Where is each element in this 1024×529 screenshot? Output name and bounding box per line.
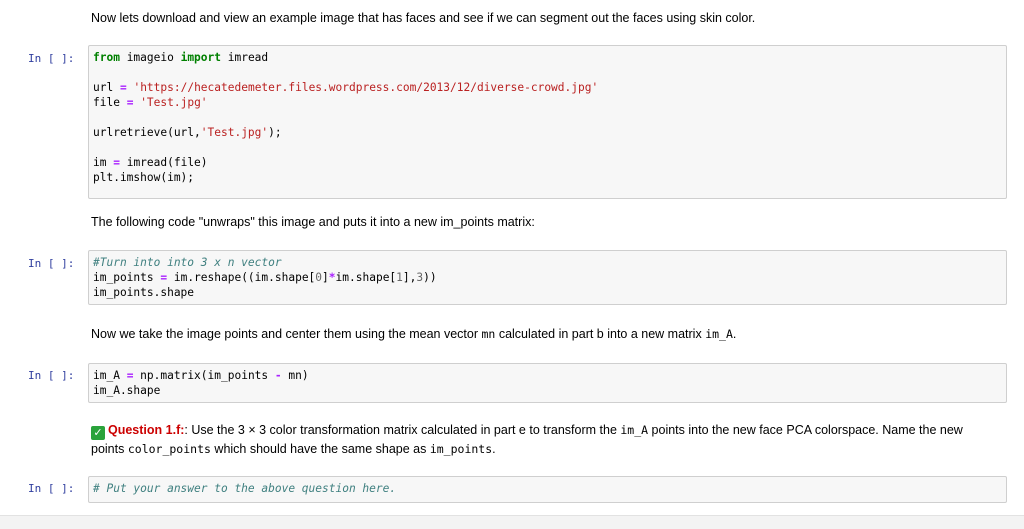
question-label: Question 1.f:	[108, 423, 185, 437]
md-text: which should have the same shape as	[210, 442, 430, 456]
notebook-bottom-edge	[0, 515, 1024, 529]
call-urlretrieve: urlretrieve(url,	[93, 126, 201, 139]
call-reshape: im.reshape((im.shape[	[167, 271, 316, 284]
code-line: file = 'Test.jpg'	[93, 95, 1006, 110]
inline-code-im-a: im_A	[705, 327, 733, 341]
md-text: calculated in part b into a new matrix	[495, 327, 706, 341]
keyword-import: import	[180, 51, 221, 64]
md-text: : Use the 3 × 3 color transformation mat…	[184, 423, 621, 437]
url-string: 'https://hecatedemeter.files.wordpress.c…	[133, 81, 599, 94]
code-line: url = 'https://hecatedemeter.files.wordp…	[93, 80, 1006, 95]
code-line: plt.imshow(im);	[93, 171, 195, 184]
module-name: imageio	[119, 51, 181, 64]
checkmark-icon: ✓	[91, 426, 105, 440]
call-np-matrix: np.matrix(im_points	[133, 369, 275, 382]
var-url: url	[93, 81, 120, 94]
operator: *	[328, 271, 336, 284]
inline-code-color-points: color_points	[127, 442, 211, 456]
operator: -	[274, 369, 282, 382]
code-line: im_points = im.reshape((im.shape[0]*im.s…	[93, 270, 1006, 285]
operator: =	[113, 156, 120, 169]
cell-prompt-2: In [ ]:	[28, 257, 75, 270]
import-name: imread	[221, 51, 269, 64]
cell-prompt-3: In [ ]:	[28, 369, 75, 382]
cell-prompt-4: In [ ]:	[28, 482, 75, 495]
code-line: im_A.shape	[93, 384, 161, 397]
md-text: .	[732, 327, 737, 341]
md-text: Now we take the image points and center …	[91, 327, 482, 341]
code-line: from imageio import imread	[93, 50, 1006, 65]
filename-string: 'Test.jpg'	[200, 126, 269, 139]
code-line: im = imread(file)	[93, 155, 1006, 170]
inline-code-mn: mn	[481, 327, 496, 341]
code-cell-2[interactable]: #Turn into into 3 x n vector im_points =…	[88, 250, 1007, 305]
inline-code-im-points: im_points	[429, 442, 493, 456]
call-imread: imread(file)	[119, 156, 208, 169]
md-text: .	[492, 442, 496, 456]
markdown-cell-unwraps: The following code "unwraps" this image …	[91, 215, 535, 229]
code-line: im_A = np.matrix(im_points - mn)	[93, 368, 1006, 383]
operator: =	[119, 81, 127, 94]
code-comment: # Put your answer to the above question …	[93, 482, 397, 495]
code-line: urlretrieve(url,'Test.jpg');	[93, 125, 1006, 140]
inline-code-im-a: im_A	[620, 423, 649, 437]
call-close: );	[268, 126, 282, 139]
markdown-cell-center: Now we take the image points and center …	[91, 325, 991, 344]
paren-close: ))	[423, 271, 437, 284]
var-im: im	[93, 156, 114, 169]
markdown-cell-intro: Now lets download and view an example im…	[91, 11, 756, 25]
code-comment: #Turn into into 3 x n vector	[93, 256, 282, 269]
bracket: ]	[322, 271, 329, 284]
markdown-cell-question: ✓ Question 1.f:: Use the 3 × 3 color tran…	[91, 421, 986, 459]
var-file: file	[93, 96, 127, 109]
filename-string: 'Test.jpg'	[140, 96, 208, 109]
bracket: ],	[402, 271, 417, 284]
code-cell-4[interactable]: # Put your answer to the above question …	[88, 476, 1007, 503]
cell-prompt-1: In [ ]:	[28, 52, 75, 65]
code-cell-1[interactable]: from imageio import imread url = 'https:…	[88, 45, 1007, 199]
code-cell-3[interactable]: im_A = np.matrix(im_points - mn) im_A.sh…	[88, 363, 1007, 403]
var-mn: mn)	[281, 369, 309, 382]
number: 1	[396, 271, 403, 284]
var-im-points: im_points	[93, 271, 161, 284]
shape-access: im.shape[	[335, 271, 397, 284]
keyword-from: from	[93, 51, 120, 64]
var-im-a: im_A	[93, 369, 127, 382]
code-line: im_points.shape	[93, 286, 195, 299]
